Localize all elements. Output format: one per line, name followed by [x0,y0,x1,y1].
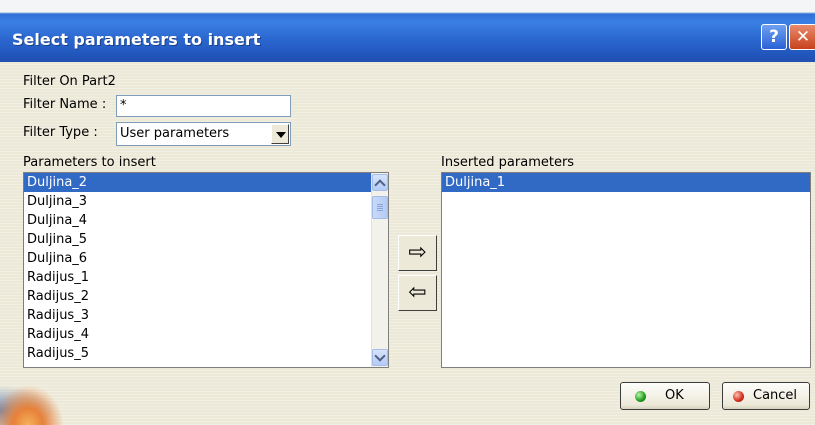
cancel-button-label: Cancel [753,388,798,403]
remove-parameter-button[interactable]: ⇦ [398,275,437,311]
list-item[interactable]: Duljina_5 [24,230,388,249]
inserted-parameters-label: Inserted parameters [441,155,575,170]
app-logo-icon [0,378,70,425]
close-button[interactable]: ✕ [789,24,815,50]
filter-type-select[interactable]: User parameters [116,122,291,146]
parameters-to-insert-items: Duljina_2 Duljina_3 Duljina_4 Duljina_5 Dulj… [24,173,388,363]
window-title: Select parameters to insert [12,30,261,49]
inserted-parameters-items: Duljina_1 [442,173,810,192]
vertical-scrollbar[interactable] [371,173,388,367]
list-item[interactable]: Duljina_3 [24,192,388,211]
ok-button-label: OK [665,388,684,403]
list-item[interactable]: Radijus_5 [24,344,388,363]
parameters-to-insert-label: Parameters to insert [23,155,156,170]
ok-button[interactable]: OK [620,382,710,410]
title-bar-top-strip [0,0,815,12]
list-item[interactable]: Radijus_1 [24,268,388,287]
list-item[interactable]: Radijus_2 [24,287,388,306]
list-item[interactable]: Duljina_6 [24,249,388,268]
list-item[interactable]: Duljina_1 [442,173,810,192]
list-item[interactable]: Radijus_3 [24,306,388,325]
filter-type-label: Filter Type : [23,125,98,140]
scroll-thumb[interactable] [372,196,388,219]
list-item[interactable]: Radijus_4 [24,325,388,344]
parameters-to-insert-list[interactable]: Duljina_2 Duljina_3 Duljina_4 Duljina_5 Dulj… [23,172,389,368]
add-parameter-button[interactable]: ⇨ [398,235,437,271]
ok-status-icon [635,391,646,402]
filter-type-value: User parameters [120,126,230,141]
cancel-button[interactable]: Cancel [722,382,810,410]
list-item[interactable]: Duljina_4 [24,211,388,230]
scroll-down-icon[interactable] [372,349,388,366]
chevron-down-icon[interactable] [271,124,289,144]
list-item[interactable]: Duljina_2 [24,173,388,192]
scroll-up-icon[interactable] [372,174,388,191]
help-button[interactable]: ? [761,24,787,50]
inserted-parameters-list[interactable]: Duljina_1 [441,172,811,368]
filter-name-input[interactable]: * [116,95,291,117]
cancel-status-icon [733,391,744,402]
filter-heading: Filter On Part2 [23,74,116,89]
filter-name-label: Filter Name : [23,97,107,112]
title-bar[interactable]: Select parameters to insert ? ✕ [0,0,815,62]
